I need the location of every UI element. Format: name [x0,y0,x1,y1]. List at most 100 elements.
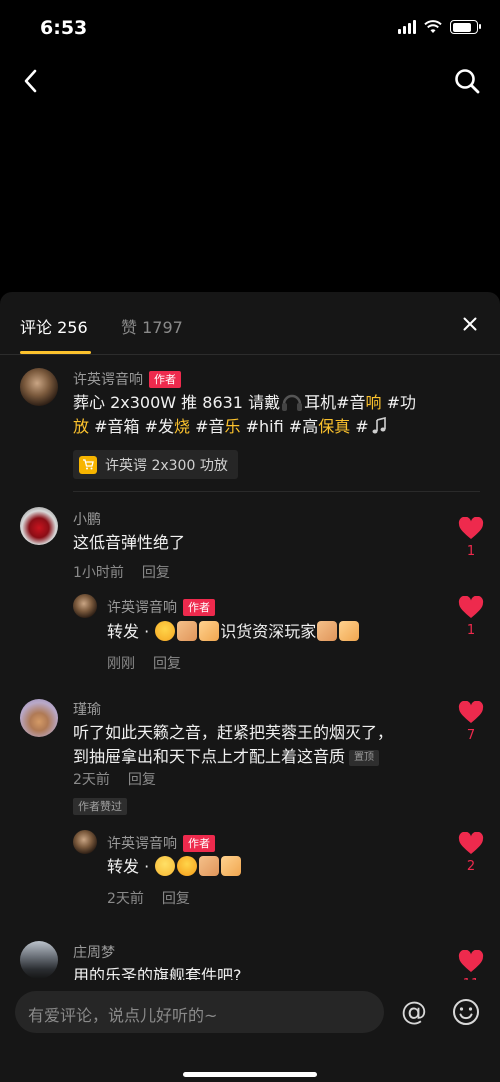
back-button[interactable] [14,64,48,98]
author-name: 许英谔音响 [73,372,143,388]
status-time: 6:53 [40,17,88,39]
close-icon [463,317,477,331]
post-text-segment: #hifi #高 [240,417,319,436]
reply-meta: 2天前 回复 [107,888,190,908]
heart-icon [458,949,484,972]
author-badge: 作者 [149,371,181,388]
heart-icon [458,516,484,539]
hashtag-highlight[interactable]: 响 [366,393,382,412]
comment-input[interactable]: 有爱评论，说点儿好听的~ [15,991,384,1033]
product-label: 许英谔 2x300 功放 [105,457,228,474]
smiley-icon [453,999,479,1025]
like-count: 1 [466,623,476,638]
emoji-button[interactable] [451,997,481,1027]
shocked-face-icon [155,621,176,641]
input-placeholder: 有爱评论，说点儿好听的~ [28,1006,218,1025]
avatar[interactable] [20,368,58,406]
thumbs-up-icon [221,856,242,876]
laughing-face-icon [177,856,198,876]
author-liked-tag: 作者赞过 [73,798,127,815]
clapping-hands-icon [317,621,338,641]
clapping-hands-icon [199,856,220,876]
product-link[interactable]: 许英谔 2x300 功放 [73,450,238,479]
comment-panel: 评论 256 赞 1797 许英谔音响 作者 葬心 2x300W 推 8631 请… [0,292,500,1082]
hashtag-highlight[interactable]: 保真 [318,417,350,436]
comment-time: 1小时前 [73,565,124,581]
like-count: 1 [466,544,476,559]
hashtag-highlight[interactable]: 烧 [174,417,190,436]
author-name: 许英谔音响 [107,836,177,852]
comment-tabs: 评论 256 赞 1797 [0,292,500,355]
reply-text: 转发 · [107,855,242,879]
post-text-segment: 耳机#音 [304,393,366,412]
divider [73,491,480,492]
comment-input-bar: 有爱评论，说点儿好听的~ @ [0,980,500,1082]
hashtag-highlight[interactable]: 放 [73,417,89,436]
avatar[interactable] [73,594,97,618]
comment-author[interactable]: 瑾瑜 [73,699,101,719]
like-button[interactable]: 1 [457,595,485,638]
battery-icon [450,20,481,34]
reply-author[interactable]: 许英谔音响 作者 [107,597,215,617]
like-button[interactable]: 2 [457,831,485,874]
post-text-segment: # [350,417,369,436]
status-icons [398,20,481,34]
shopping-cart-icon [79,455,97,474]
heart-icon [458,700,484,723]
cellular-signal-icon [398,20,416,34]
home-indicator[interactable] [183,1072,317,1077]
comment-time: 2天前 [73,772,110,788]
heart-icon [458,831,484,854]
hashtag-highlight[interactable]: 乐 [225,417,241,436]
headphones-icon [282,394,303,411]
comment-author[interactable]: 小鹏 [73,509,101,529]
grinning-face-icon [155,856,176,876]
top-nav [0,56,500,106]
comment-meta: 1小时前 回复 [73,562,170,582]
post-text-segment: #音箱 #发 [89,417,175,436]
reply-time: 2天前 [107,891,144,907]
tab-likes[interactable]: 赞 1797 [121,314,183,338]
pinned-tag: 置顶 [349,750,380,766]
reply-text: 转发 · 识货资深玩家 [107,620,360,644]
reply-button[interactable]: 回复 [142,565,170,581]
post-text-segment: 葬心 2x300W 推 8631 请戴 [73,393,281,412]
chevron-left-icon [24,69,37,93]
avatar[interactable] [73,830,97,854]
comment-text: 这低音弹性绝了 [73,533,186,552]
search-icon [455,69,480,94]
like-button[interactable]: 7 [457,700,485,743]
search-button[interactable] [450,64,484,98]
mention-button[interactable]: @ [398,996,430,1028]
comment-author[interactable]: 庄周梦 [73,942,115,962]
comment-text-line: 听了如此天籁之音，赶紧把芙蓉王的烟灭了， [73,723,394,742]
comment-text-line: 到抽屉拿出和天下点上才配上着这音质 [73,747,346,766]
status-bar: 6:53 [0,0,500,56]
avatar[interactable] [20,699,58,737]
reply-button[interactable]: 回复 [153,656,181,672]
reply-text-prefix: 转发 · [107,622,155,641]
reply-text-suffix: 识货资深玩家 [220,622,317,641]
tab-active-indicator [20,351,91,354]
clapping-hands-icon [177,621,198,641]
comment-author[interactable]: 许英谔音响 作者 [73,369,181,389]
tab-comments[interactable]: 评论 256 [20,314,88,338]
like-count: 7 [466,728,476,743]
reply-button[interactable]: 回复 [128,772,156,788]
thumbs-up-icon [339,621,360,641]
like-button[interactable]: 1 [457,516,485,559]
reply-text-prefix: 转发 · [107,857,155,876]
post-text-segment: #功 [381,393,417,412]
reply-button[interactable]: 回复 [162,891,190,907]
heart-icon [458,595,484,618]
author-name: 许英谔音响 [107,600,177,616]
avatar[interactable] [20,941,58,979]
author-badge: 作者 [183,835,215,852]
reply-author[interactable]: 许英谔音响 作者 [107,833,215,853]
author-badge: 作者 [183,599,215,616]
avatar[interactable] [20,507,58,545]
close-button[interactable] [460,314,480,334]
post-text-segment: #音 [190,417,225,436]
wifi-icon [424,20,442,33]
reply-time: 刚刚 [107,656,135,672]
